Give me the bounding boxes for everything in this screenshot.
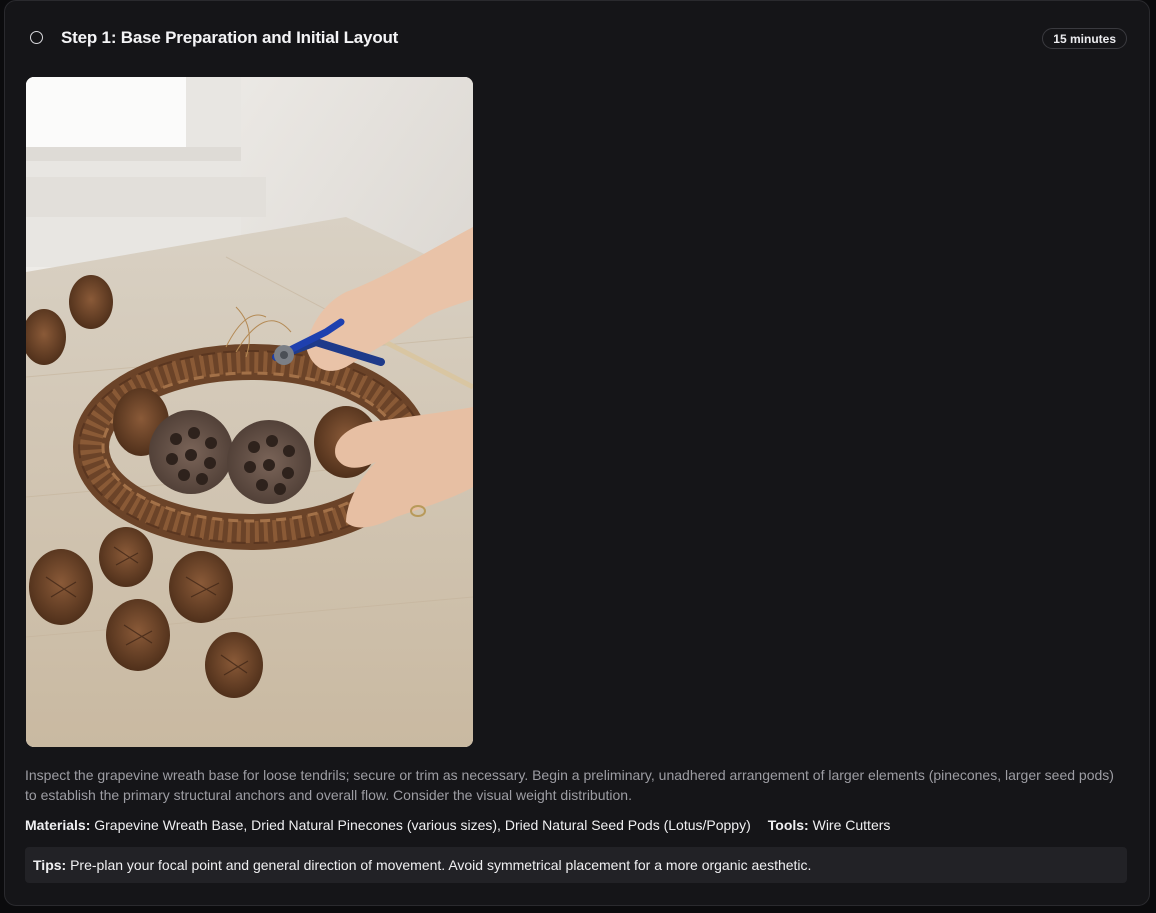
step-complete-checkbox[interactable] [30,31,43,44]
step-title: Step 1: Base Preparation and Initial Lay… [61,28,399,47]
step-meta: Materials: Grapevine Wreath Base, Dried … [25,817,890,833]
step-image [26,77,473,747]
materials-label: Materials: [25,817,91,833]
step-description: Inspect the grapevine wreath base for lo… [25,767,1114,803]
step-header: Step 1: Base Preparation and Initial Lay… [5,1,1149,77]
tips-label: Tips: [33,857,67,873]
tools-label: Tools: [767,817,809,833]
tools-value: Wire Cutters [812,817,891,833]
tips-text: Pre-plan your focal point and general di… [70,857,812,873]
tips-box: Tips: Pre-plan your focal point and gene… [25,847,1127,883]
materials-value: Grapevine Wreath Base, Dried Natural Pin… [94,817,751,833]
duration-badge: 15 minutes [1042,28,1127,49]
step-card: Step 1: Base Preparation and Initial Lay… [4,0,1150,906]
